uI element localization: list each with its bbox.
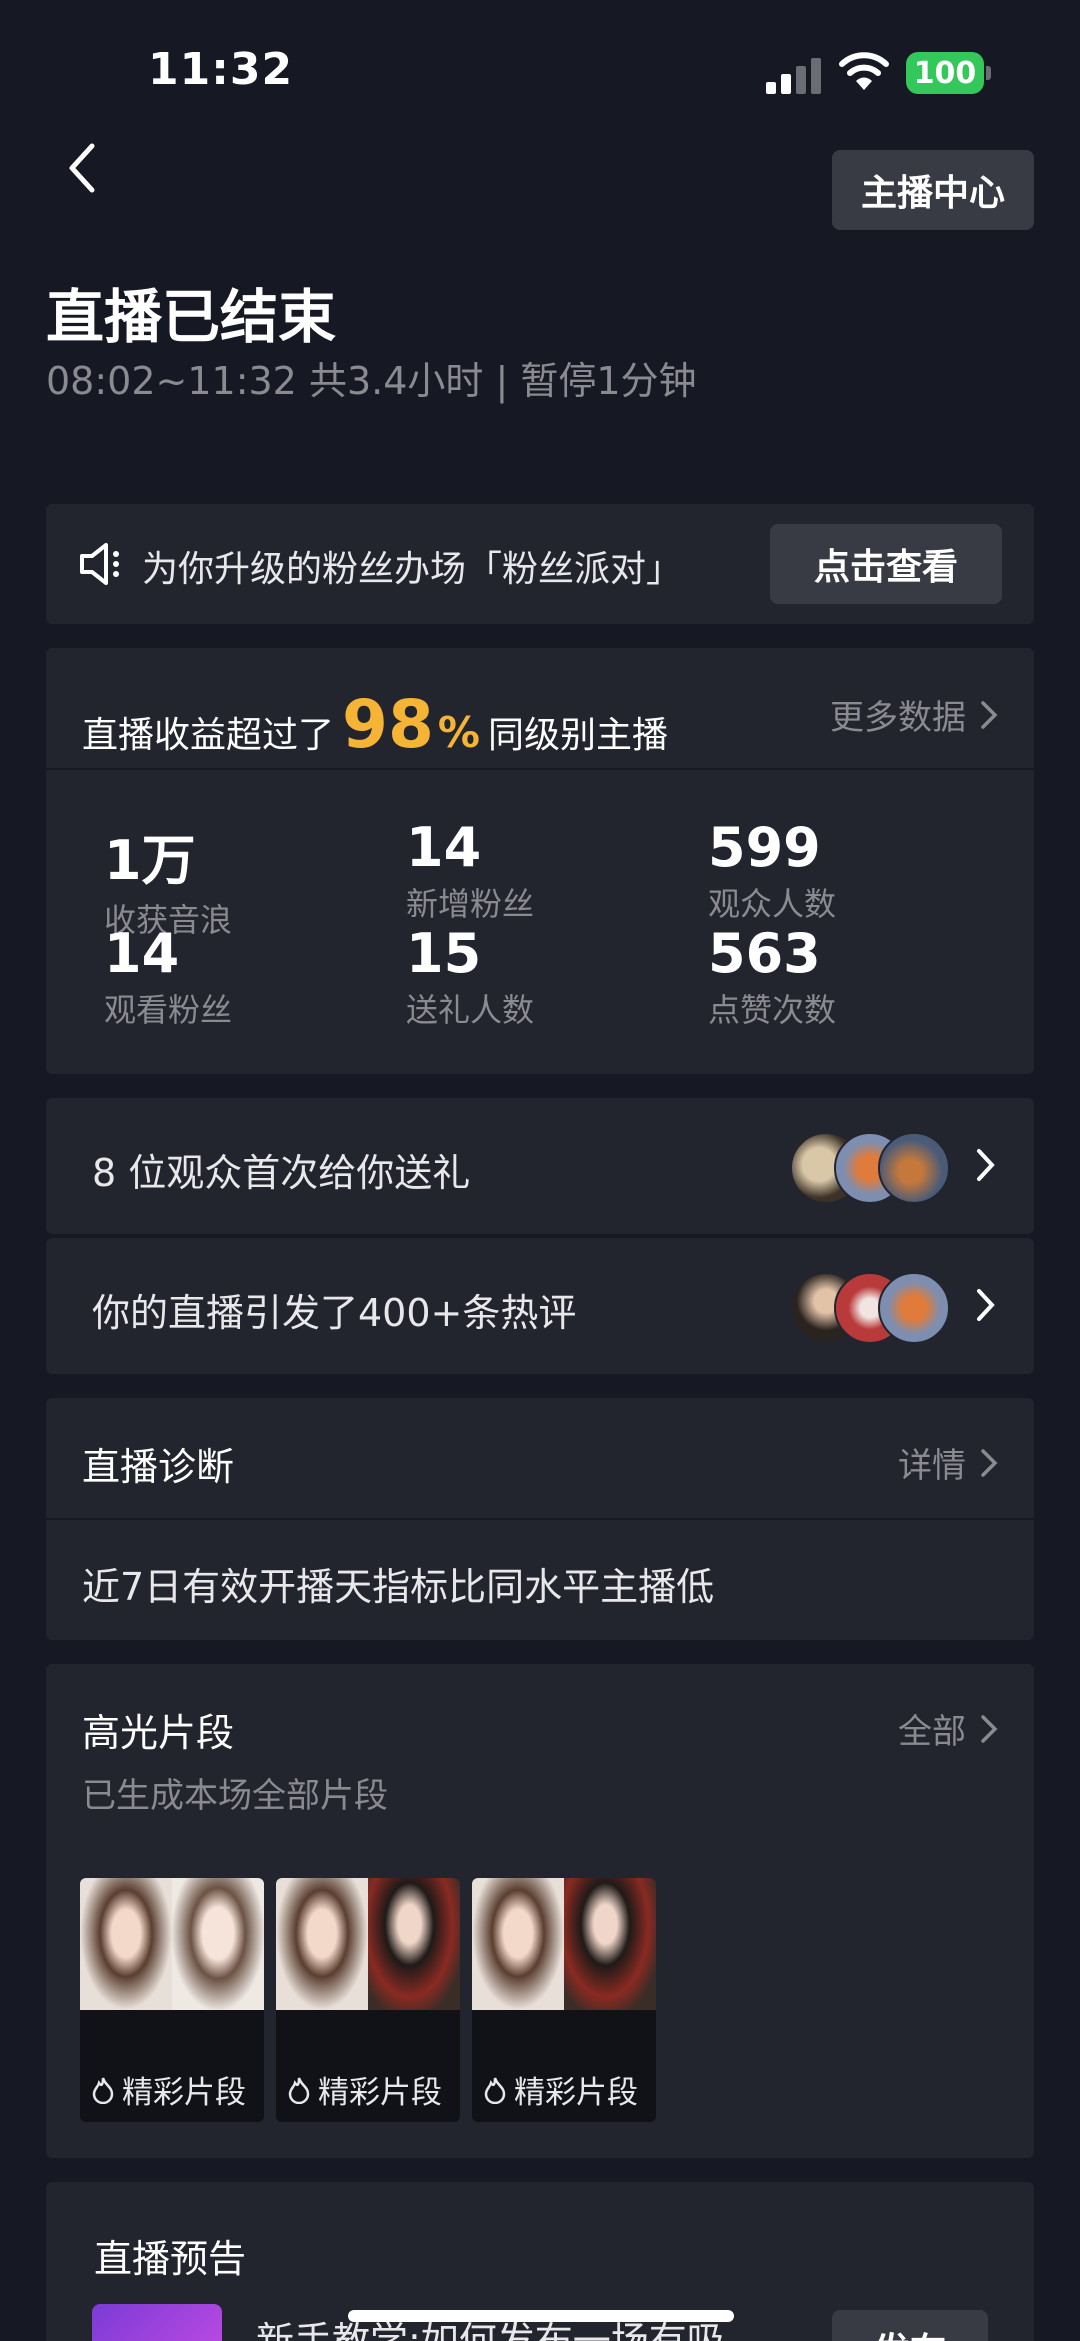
avatar <box>878 1272 950 1344</box>
chevron-right-icon <box>977 1149 995 1181</box>
clip-label: 精彩片段 <box>482 2067 638 2112</box>
battery-indicator: 100 <box>906 52 984 94</box>
stat-label: 新增粉丝 <box>406 885 535 923</box>
preview-title: 直播预告 <box>94 2237 247 2281</box>
stat-value: 563 <box>708 922 821 985</box>
clip-thumbnail <box>472 1878 656 2010</box>
page-title: 直播已结束 <box>46 283 337 351</box>
revenue-percent: 98 <box>342 686 434 763</box>
chevron-right-icon <box>977 1289 995 1321</box>
stat-label: 观众人数 <box>708 885 837 923</box>
revenue-prefix: 直播收益超过了 <box>82 715 335 756</box>
clip-thumbnail <box>276 1878 460 2010</box>
stat-item: 599 观众人数 <box>708 816 836 925</box>
revenue-suffix: 同级别主播 <box>487 715 668 756</box>
highlight-clip[interactable]: 精彩片段 <box>472 1878 656 2122</box>
stat-item: 563 点赞次数 <box>708 922 836 1031</box>
view-button[interactable]: 点击查看 <box>770 524 1002 604</box>
first-gift-row[interactable]: 8 位观众首次给你送礼 <box>46 1098 1034 1234</box>
diagnosis-title: 直播诊断 <box>82 1445 235 1489</box>
stats-card: 直播收益超过了 98 % 同级别主播 更多数据 1万 收获音浪 14 新增粉丝 … <box>46 648 1034 1074</box>
diagnosis-text: 近7日有效开播天指标比同水平主播低 <box>82 1565 715 1609</box>
stat-value: 15 <box>406 922 482 985</box>
avatar <box>878 1132 950 1204</box>
more-data-label: 更多数据 <box>830 698 966 738</box>
publish-button[interactable]: 发布 <box>832 2310 988 2341</box>
percent-sign: % <box>437 708 480 757</box>
back-icon[interactable] <box>58 138 110 198</box>
clip-label: 精彩片段 <box>286 2067 442 2112</box>
highlight-clip[interactable]: 精彩片段 <box>276 1878 460 2122</box>
home-indicator[interactable] <box>348 2310 734 2322</box>
stat-label: 点赞次数 <box>708 991 837 1029</box>
stat-value: 1万 <box>104 829 196 892</box>
flame-icon <box>92 2077 114 2104</box>
clip-label-text: 精彩片段 <box>318 2075 442 2111</box>
chevron-right-icon <box>981 1714 998 1743</box>
status-time: 11:32 <box>148 44 294 95</box>
speaker-icon <box>80 543 119 585</box>
hot-comments-row[interactable]: 你的直播引发了400+条热评 <box>46 1238 1034 1374</box>
battery-tip <box>986 66 991 80</box>
chevron-right-icon <box>981 700 998 729</box>
hot-comments-text: 你的直播引发了400+条热评 <box>92 1291 577 1335</box>
live-duration: 08:02~11:32 共3.4小时 | 暂停1分钟 <box>46 359 697 403</box>
clip-label: 精彩片段 <box>90 2067 246 2112</box>
first-gift-text: 8 位观众首次给你送礼 <box>92 1151 471 1195</box>
clip-label-text: 精彩片段 <box>514 2075 638 2111</box>
cellular-signal-icon <box>766 56 822 94</box>
stat-label: 送礼人数 <box>406 991 535 1029</box>
more-data-link[interactable]: 更多数据 <box>830 690 998 739</box>
details-label: 详情 <box>898 1446 966 1486</box>
tutorial-thumbnail <box>92 2304 222 2341</box>
stat-item: 14 观看粉丝 <box>104 922 232 1031</box>
stat-item: 14 新增粉丝 <box>406 816 534 925</box>
anchor-center-button[interactable]: 主播中心 <box>832 150 1034 230</box>
avatar-stack <box>790 1132 950 1204</box>
promo-text: 为你升级的粉丝办场「粉丝派对」 <box>142 549 683 590</box>
clip-label-text: 精彩片段 <box>122 2075 246 2111</box>
flame-icon <box>484 2077 506 2104</box>
live-diagnosis-card: 直播诊断 详情 近7日有效开播天指标比同水平主播低 <box>46 1398 1034 1640</box>
stat-item: 15 送礼人数 <box>406 922 534 1031</box>
highlights-all-link[interactable]: 全部 <box>898 1704 998 1753</box>
wifi-icon <box>839 52 889 90</box>
flame-icon <box>288 2077 310 2104</box>
avatar-stack <box>790 1272 950 1344</box>
chevron-right-icon <box>981 1448 998 1477</box>
revenue-summary: 直播收益超过了 98 % 同级别主播 <box>82 686 668 763</box>
highlights-subtitle: 已生成本场全部片段 <box>82 1776 388 1816</box>
diagnosis-details-link[interactable]: 详情 <box>898 1438 998 1487</box>
stat-value: 599 <box>708 816 821 879</box>
stat-value: 14 <box>104 922 180 985</box>
clip-thumbnail <box>80 1878 264 2010</box>
all-label: 全部 <box>898 1712 966 1752</box>
highlights-title: 高光片段 <box>82 1711 235 1755</box>
highlight-clip[interactable]: 精彩片段 <box>80 1878 264 2122</box>
stat-label: 观看粉丝 <box>104 991 233 1029</box>
highlights-card: 高光片段 全部 已生成本场全部片段 精彩片段 精彩片段 精彩片段 <box>46 1664 1034 2158</box>
fan-party-banner: 为你升级的粉丝办场「粉丝派对」 点击查看 <box>46 504 1034 624</box>
stat-value: 14 <box>406 816 482 879</box>
